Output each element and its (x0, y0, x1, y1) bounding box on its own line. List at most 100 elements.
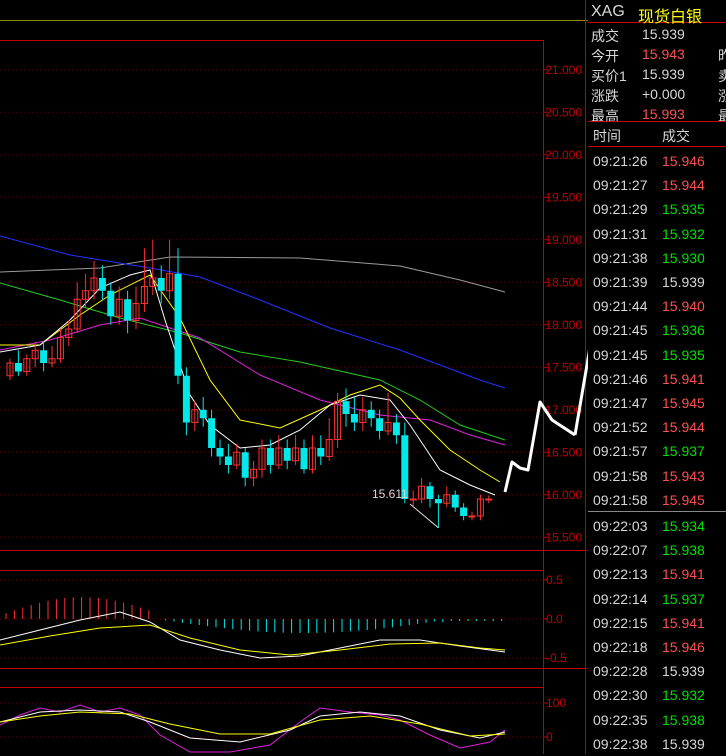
tick-row: 09:21:46 15.941 (588, 367, 726, 391)
quote-extra: 卖 (718, 68, 726, 84)
quote-label: 涨跌 (591, 88, 619, 104)
ticks-price-header: 成交 (662, 128, 690, 144)
quote-label: 今开 (591, 48, 619, 64)
ticks-time-header: 时间 (593, 128, 621, 144)
macd-tick-label: 0.0 (546, 612, 563, 626)
quote-panel: XAG 现货白银 成交 15.939 今开 15.943 昨买价1 15.939 卖涨跌 +0… (588, 0, 726, 754)
tick-price: 15.932 (662, 687, 705, 704)
y-tick-label: 20.000 (545, 148, 582, 162)
tick-price: 15.930 (662, 249, 705, 266)
macd-dea-line (0, 624, 506, 656)
y-tick-label: 17.000 (545, 403, 582, 417)
quote-label: 最高 (591, 108, 619, 124)
candle-body (409, 498, 417, 501)
kline-chart[interactable]: 21.000 20.500 20.000 19.500 19.000 18.500 18.0… (0, 0, 588, 754)
tick-price: 15.939 (662, 663, 705, 680)
macd-tick-label: 0.5 (546, 573, 563, 587)
tick-row: 09:22:13 15.941 (588, 562, 726, 586)
tick-price: 15.939 (662, 274, 705, 290)
tick-price: 15.938 (662, 711, 705, 728)
tick-row: 09:21:38 15.930 (588, 246, 726, 270)
quote-label: 买价1 (591, 68, 627, 84)
tick-price: 15.937 (662, 443, 705, 460)
tick-price: 15.945 (662, 491, 705, 508)
candle-body (107, 290, 115, 317)
tick-row: 09:21:57 15.937 (588, 439, 726, 463)
candle-body (426, 486, 434, 499)
tick-time: 09:21:45 (593, 346, 648, 363)
quote-row: 买价1 15.939 卖 (588, 64, 726, 84)
candle-body (40, 350, 48, 363)
quote-row: 涨跌 +0.000 涨 (588, 84, 726, 104)
tick-time: 09:22:28 (593, 663, 648, 680)
quote-value: 15.939 (642, 26, 685, 42)
tick-time: 09:21:45 (593, 322, 648, 339)
quote-row: 今开 15.943 昨 (588, 44, 726, 64)
candle-body (317, 448, 325, 457)
tick-time: 09:21:44 (593, 298, 648, 315)
tick-price: 15.946 (662, 639, 705, 655)
kdj-tick-label: 0 (546, 730, 553, 744)
tick-row: 09:21:39 15.939 (588, 270, 726, 294)
candle-body (468, 515, 476, 518)
candle-body (376, 418, 384, 431)
tick-row: 09:21:27 15.944 (588, 173, 726, 197)
candle-body (392, 422, 400, 436)
quote-divider (588, 121, 726, 122)
tick-time: 09:21:58 (593, 467, 648, 484)
tick-row: 09:21:26 15.946 (588, 149, 726, 173)
tick-time: 09:21:46 (593, 370, 648, 387)
low-price-pointer (409, 503, 439, 529)
candle-body (485, 498, 493, 501)
tick-time: 09:22:18 (593, 639, 648, 655)
symbol-code: XAG (591, 3, 625, 20)
y-tick-label: 16.000 (545, 488, 582, 502)
tick-row: 09:21:58 15.945 (588, 488, 726, 512)
candle-body (98, 278, 106, 291)
candle-body (342, 401, 350, 414)
quote-label: 成交 (591, 28, 619, 44)
kdj-d-line (0, 711, 506, 737)
ma-blue (0, 235, 506, 389)
tick-row: 09:22:14 15.937 (588, 587, 726, 611)
y-tick-label: 19.500 (545, 190, 582, 204)
candle-body (300, 448, 308, 470)
quote-value: 15.939 (642, 66, 685, 82)
tick-row: 09:22:28 15.939 (588, 659, 726, 683)
tick-time: 09:22:38 (593, 735, 648, 752)
y-tick-label: 19.000 (545, 233, 582, 247)
tick-price: 15.943 (662, 467, 705, 484)
tick-time: 09:22:13 (593, 566, 648, 583)
y-tick-label: 20.500 (545, 105, 582, 119)
quote-value: 15.943 (642, 46, 685, 62)
tick-row: 09:21:31 15.932 (588, 222, 726, 246)
tick-price: 15.941 (662, 566, 705, 583)
tick-time: 09:21:29 (593, 201, 648, 218)
tick-price: 15.932 (662, 225, 705, 242)
tick-price: 15.944 (662, 419, 705, 436)
tick-time: 09:21:31 (593, 225, 648, 242)
candle-body (266, 448, 274, 465)
y-tick-label: 18.000 (545, 318, 582, 332)
candle-body (350, 414, 358, 423)
tick-row: 09:21:58 15.943 (588, 464, 726, 488)
candle-body (216, 448, 224, 457)
tick-time: 09:22:03 (593, 518, 648, 534)
candle-body (208, 418, 216, 448)
candle-body (157, 278, 165, 291)
quote-value: 15.993 (642, 106, 685, 122)
tick-price: 15.936 (662, 322, 705, 339)
candle-body (434, 499, 442, 504)
y-tick-label: 18.500 (545, 275, 582, 289)
tick-row: 09:21:52 15.944 (588, 415, 726, 439)
tick-price: 15.939 (662, 735, 705, 752)
y-tick-label: 16.500 (545, 445, 582, 459)
tick-row: 09:22:15 15.941 (588, 611, 726, 635)
tick-time: 09:22:15 (593, 614, 648, 631)
tick-row: 09:21:44 15.940 (588, 294, 726, 318)
tick-row: 09:22:07 15.938 (588, 538, 726, 562)
candle-body (241, 452, 249, 478)
quote-extra: 最 (718, 108, 726, 124)
tick-time: 09:21:52 (593, 419, 648, 436)
y-tick-label: 15.500 (545, 530, 582, 544)
